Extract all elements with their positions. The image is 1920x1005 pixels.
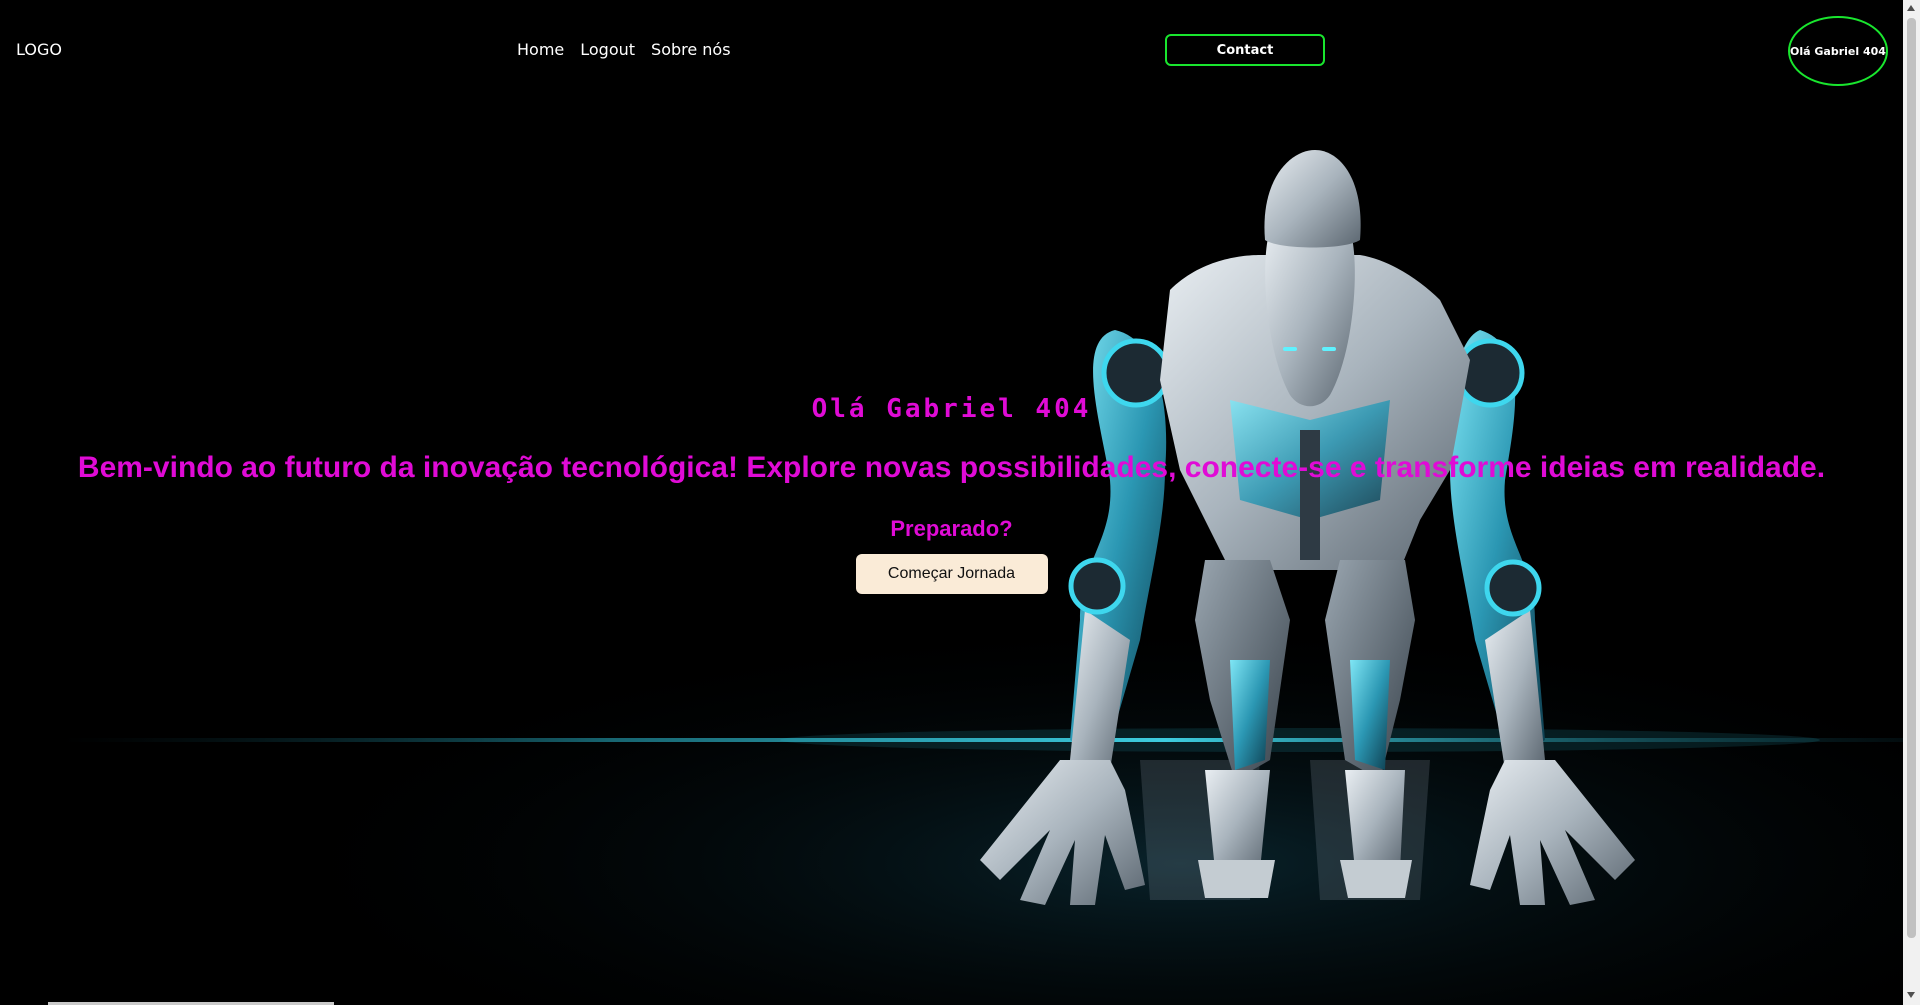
vertical-scrollbar[interactable] xyxy=(1903,0,1920,1005)
hero-section: Olá Gabriel 404 Bem-vindo ao futuro da i… xyxy=(0,390,1903,594)
page: LOGO Home Logout Sobre nós Contact Olá G… xyxy=(0,0,1903,1005)
start-journey-button[interactable]: Começar Jornada xyxy=(855,554,1048,594)
site-header: LOGO Home Logout Sobre nós Contact Olá G… xyxy=(0,0,1903,100)
scroll-down-icon[interactable] xyxy=(1907,992,1915,998)
hero-greeting: Olá Gabriel 404 xyxy=(811,394,1092,424)
main-nav: Home Logout Sobre nós xyxy=(517,40,731,59)
hero-headline: Bem-vindo ao futuro da inovação tecnológ… xyxy=(77,451,1826,484)
user-badge[interactable]: Olá Gabriel 404 xyxy=(1788,16,1888,86)
nav-home-link[interactable]: Home xyxy=(517,40,564,59)
contact-button[interactable]: Contact xyxy=(1165,34,1325,66)
hero-question: Preparado? xyxy=(890,516,1013,541)
scroll-thumb[interactable] xyxy=(1907,18,1916,938)
scroll-up-icon[interactable] xyxy=(1907,5,1915,11)
logo[interactable]: LOGO xyxy=(16,40,62,59)
nav-about-link[interactable]: Sobre nós xyxy=(651,40,731,59)
nav-logout-link[interactable]: Logout xyxy=(580,40,635,59)
